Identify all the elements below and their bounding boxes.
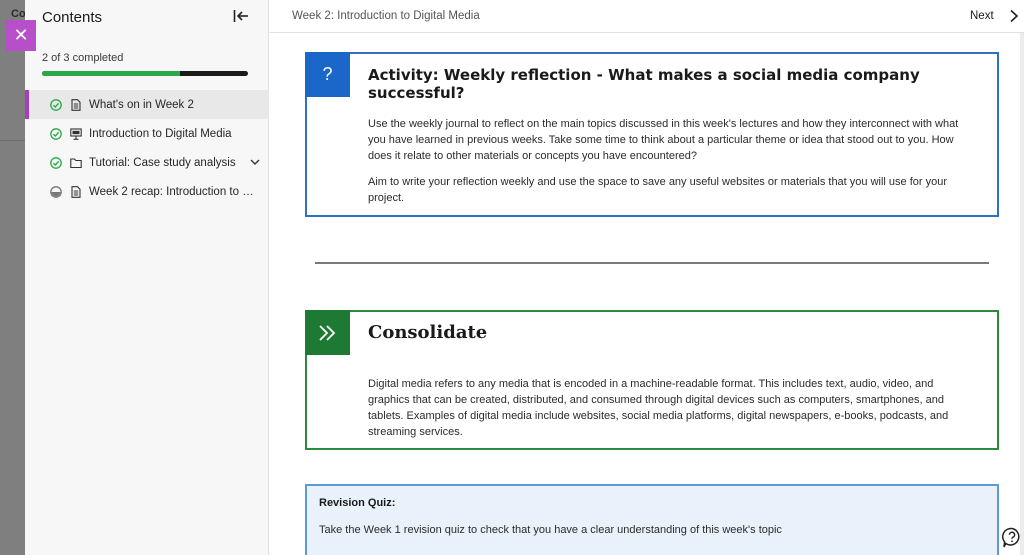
nav-item-label: Introduction to Digital Media: [89, 127, 232, 140]
progress-bar-fill: [42, 71, 181, 76]
activity-paragraph: Use the weekly journal to reflect on the…: [368, 118, 959, 162]
background-ghost-divider: [0, 140, 25, 141]
background-ghost-text: Co: [11, 8, 26, 20]
help-chat-icon[interactable]: [1002, 527, 1022, 549]
nav-item-week-2-recap[interactable]: Week 2 recap: Introduction to di...: [25, 177, 269, 206]
nav-item-label: Week 2 recap: Introduction to di...: [89, 185, 259, 198]
in-progress-status-icon: [50, 185, 62, 198]
consolidate-title: Consolidate: [368, 322, 488, 343]
document-icon: [71, 185, 81, 198]
activity-title: Activity: Weekly reflection - What makes…: [368, 66, 920, 102]
nav-item-tutorial-case-study[interactable]: Tutorial: Case study analysis: [25, 148, 269, 177]
activity-body: Use the weekly journal to reflect on the…: [368, 116, 977, 206]
nav-item-label: Tutorial: Case study analysis: [89, 156, 236, 169]
progress-bar: [42, 71, 248, 76]
completed-check-icon: [50, 156, 62, 169]
consolidate-card: Consolidate Digital media refers to any …: [305, 310, 999, 450]
nav-item-whats-on-week-2[interactable]: What's on in Week 2: [25, 90, 269, 119]
completed-check-icon: [50, 127, 62, 140]
next-button[interactable]: Next: [970, 10, 994, 22]
content-scrollbar[interactable]: [1020, 33, 1024, 555]
chevron-down-icon[interactable]: [249, 156, 261, 168]
presentation-icon: [70, 127, 82, 140]
double-chevron-right-icon: [305, 310, 350, 355]
sidebar-title: Contents: [42, 9, 103, 26]
close-icon: ✕: [13, 25, 29, 45]
nav-item-introduction-digital-media[interactable]: Introduction to Digital Media: [25, 119, 269, 148]
revision-quiz-box: Revision Quiz: Take the Week 1 revision …: [305, 484, 999, 555]
revision-quiz-title: Revision Quiz:: [319, 497, 396, 509]
close-panel-button[interactable]: ✕: [6, 20, 36, 51]
contents-nav: What's on in Week 2 Introduction to Digi…: [25, 90, 269, 206]
activity-paragraph: Aim to write your reflection weekly and …: [368, 176, 947, 204]
completed-check-icon: [50, 98, 62, 111]
content-topbar: Week 2: Introduction to Digital Media Ne…: [269, 0, 1024, 33]
consolidate-chevrons-graphic: [318, 324, 335, 341]
folder-icon: [70, 157, 82, 168]
section-divider: [315, 262, 989, 264]
nav-item-label: What's on in Week 2: [89, 98, 194, 111]
contents-sidebar: Contents 2 of 3 completed What's on in W…: [25, 0, 269, 555]
revision-quiz-text: Take the Week 1 revision quiz to check t…: [319, 524, 782, 536]
activity-card: ? Activity: Weekly reflection - What mak…: [305, 52, 999, 217]
progress-text: 2 of 3 completed: [42, 52, 124, 64]
consolidate-body: Digital media refers to any media that i…: [368, 378, 949, 438]
background-overlay: Co: [0, 0, 26, 555]
chevron-right-icon[interactable]: [1009, 9, 1019, 23]
question-mark-icon: ?: [305, 52, 350, 97]
activity-badge-glyph: ?: [322, 64, 333, 84]
collapse-sidebar-icon[interactable]: [233, 9, 249, 23]
document-icon: [71, 98, 81, 111]
breadcrumb: Week 2: Introduction to Digital Media: [292, 10, 480, 22]
